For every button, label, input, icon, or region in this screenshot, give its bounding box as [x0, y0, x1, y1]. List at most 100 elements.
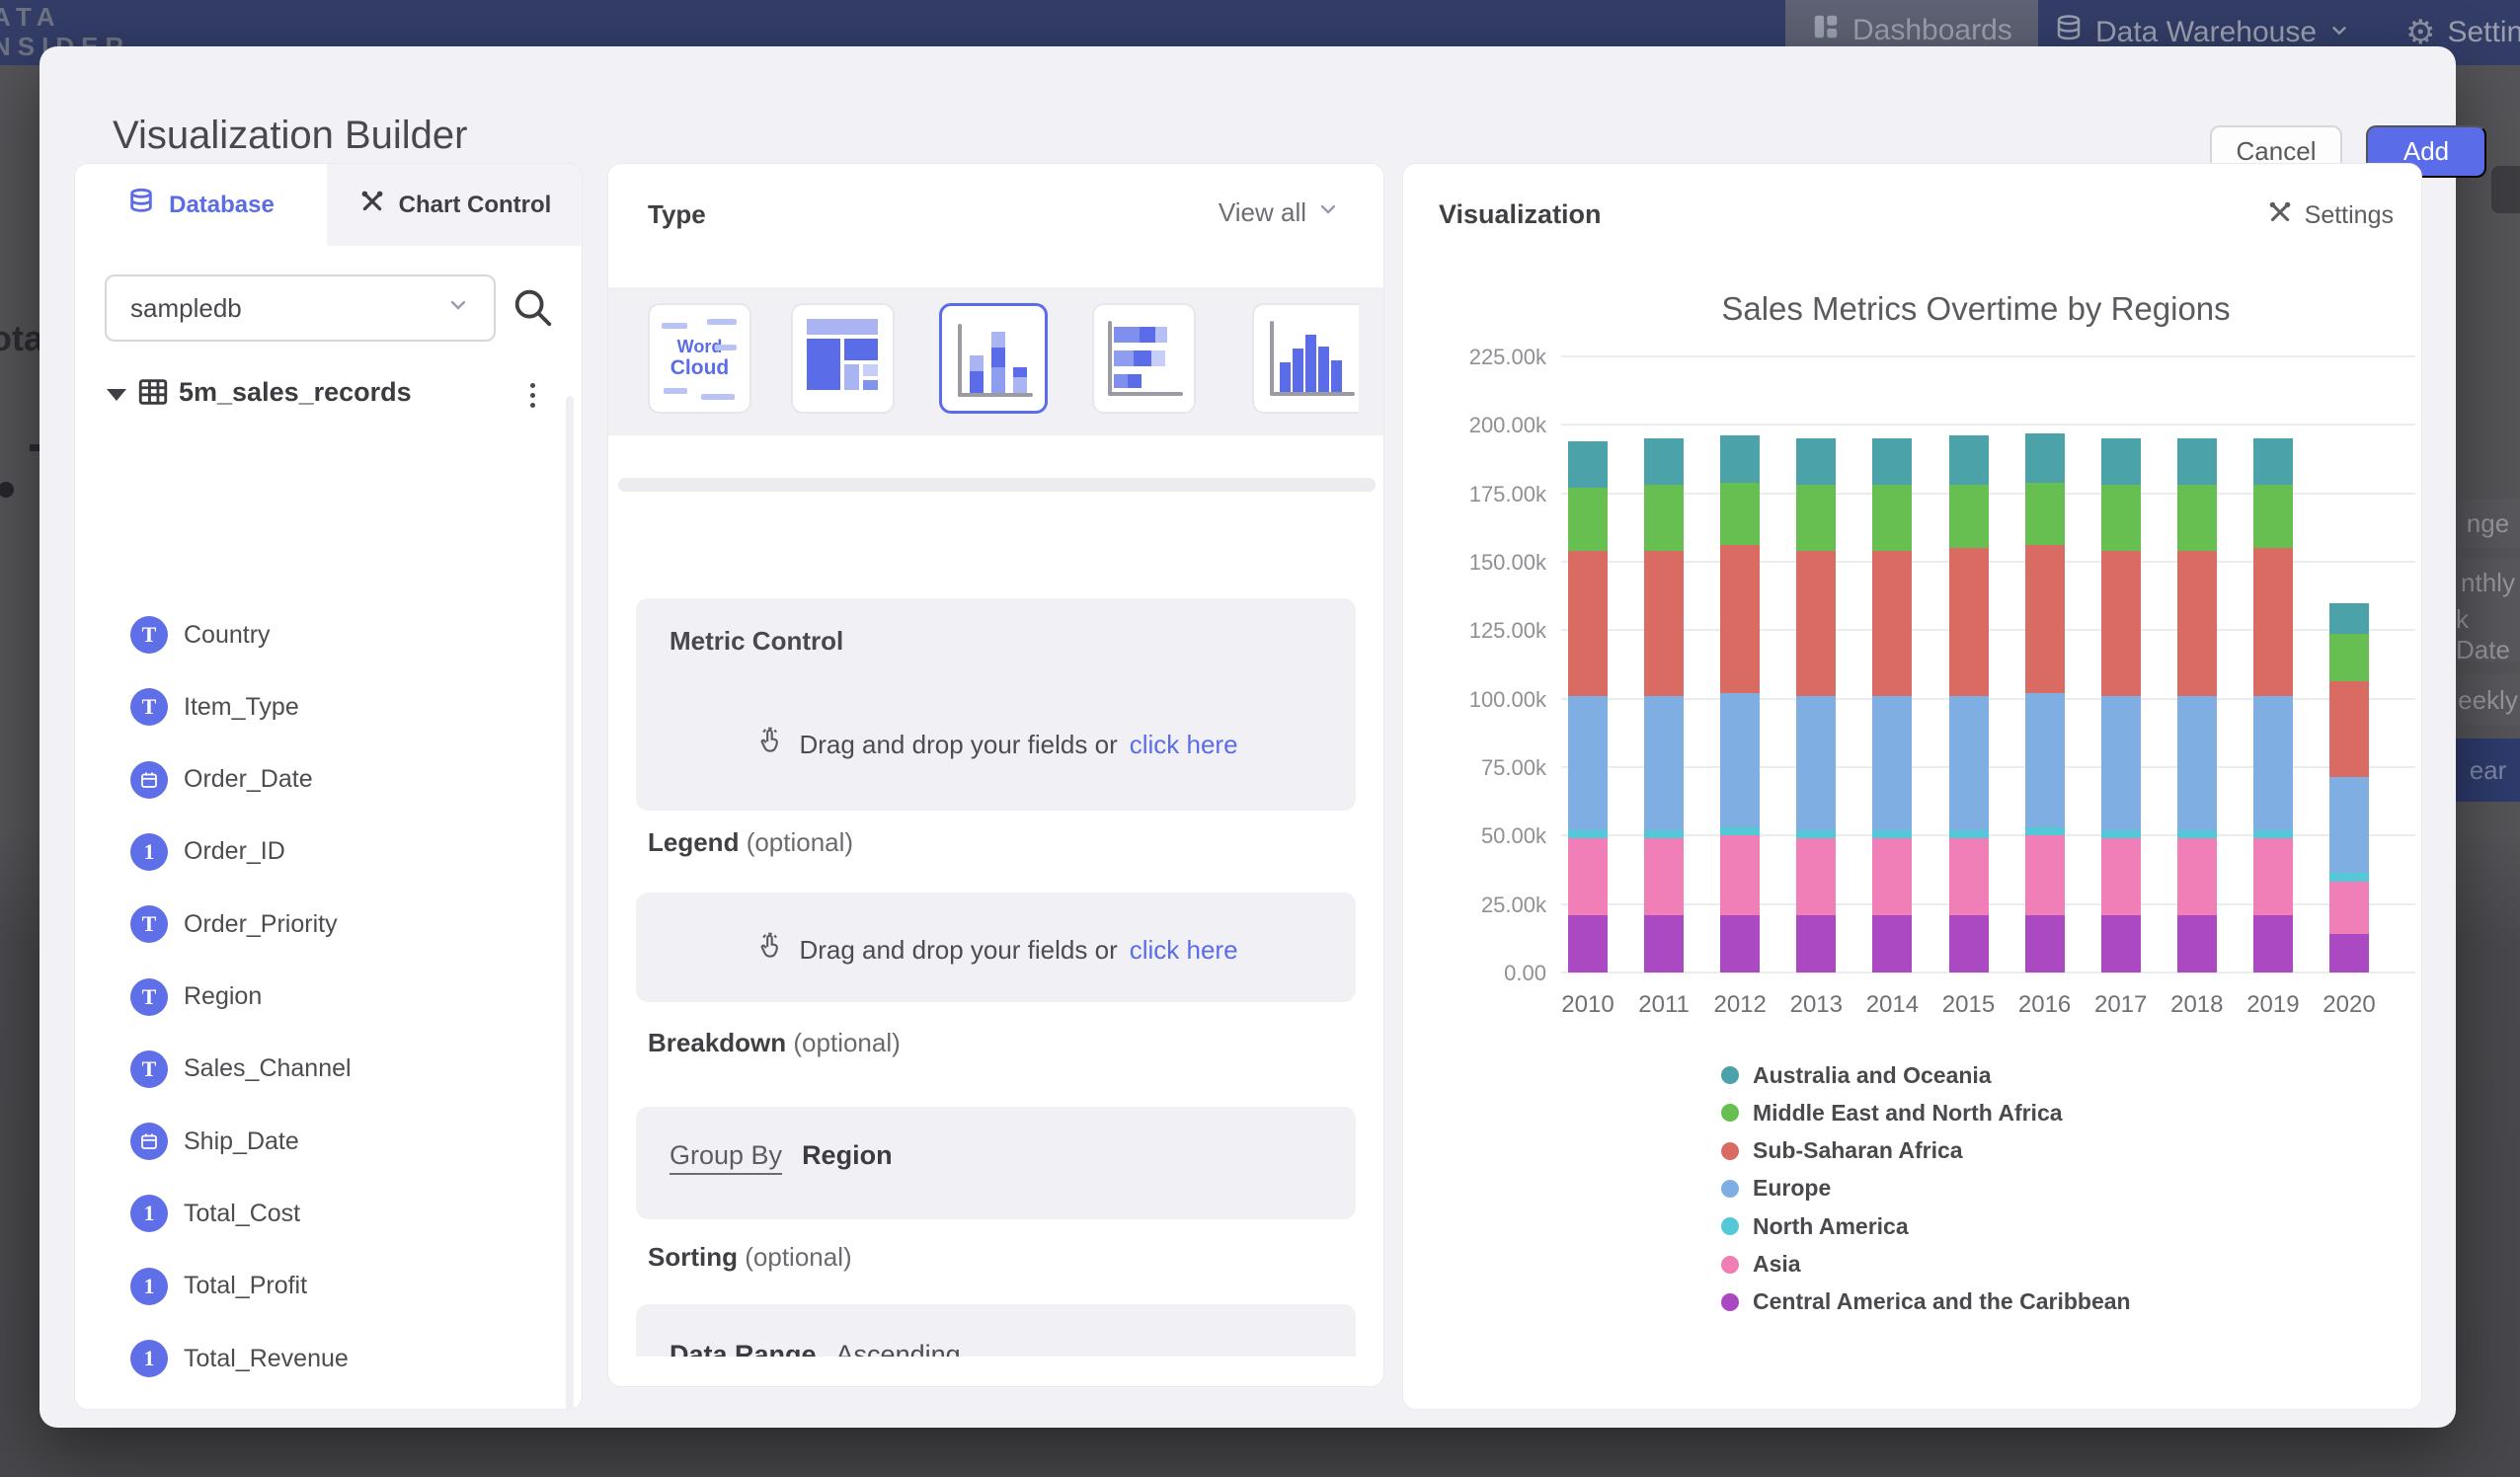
bar-segment[interactable]: [2101, 696, 2141, 830]
bar-segment[interactable]: [1568, 830, 1608, 838]
bar-segment[interactable]: [2177, 830, 2217, 838]
bar-segment[interactable]: [2253, 830, 2293, 838]
bar-segment[interactable]: [1949, 435, 1989, 485]
field-item-total_profit[interactable]: 1Total_Profit: [75, 1265, 582, 1308]
background-button-3[interactable]: k Date: [2456, 607, 2520, 661]
bar-segment[interactable]: [1568, 915, 1608, 972]
field-item-ship_date[interactable]: Ship_Date: [75, 1120, 582, 1163]
field-item-country[interactable]: TCountry: [75, 613, 582, 657]
bar-segment[interactable]: [2177, 438, 2217, 485]
bar-segment[interactable]: [2253, 838, 2293, 915]
chart-type-stacked-bar[interactable]: [1092, 303, 1196, 414]
chart-type-stacked-column[interactable]: [939, 303, 1048, 414]
bar-segment[interactable]: [1949, 830, 1989, 838]
bar-segment[interactable]: [1872, 485, 1912, 551]
bar-segment[interactable]: [2025, 433, 2065, 483]
group-by-label[interactable]: Group By: [669, 1140, 782, 1175]
bar-segment[interactable]: [1949, 838, 1989, 915]
bar-segment[interactable]: [2025, 827, 2065, 835]
bar-segment[interactable]: [1720, 835, 1760, 914]
bar-segment[interactable]: [2253, 548, 2293, 696]
bar-segment[interactable]: [2329, 634, 2369, 680]
field-item-order_id[interactable]: 1Order_ID: [75, 830, 582, 874]
left-panel-scrollbar[interactable]: [566, 396, 574, 1410]
bar-segment[interactable]: [1949, 485, 1989, 548]
chart-type-treemap[interactable]: [791, 303, 895, 414]
field-item-region[interactable]: TRegion: [75, 975, 582, 1019]
bar-segment[interactable]: [2177, 551, 2217, 696]
bar-segment[interactable]: [1796, 915, 1836, 972]
bar-segment[interactable]: [1720, 435, 1760, 482]
bar-segment[interactable]: [1644, 838, 1684, 915]
bar-segment[interactable]: [1949, 548, 1989, 696]
chart-type-scrollbar[interactable]: [618, 478, 1376, 492]
click-here-link[interactable]: click here: [1130, 935, 1238, 966]
field-item-unit_cost[interactable]: 1Unit_Cost: [75, 1409, 582, 1410]
click-here-link[interactable]: click here: [1130, 730, 1238, 760]
bar-segment[interactable]: [2101, 915, 2141, 972]
bar-segment[interactable]: [2329, 934, 2369, 972]
database-select[interactable]: sampledb: [105, 274, 496, 342]
bar-segment[interactable]: [1644, 485, 1684, 551]
view-all-button[interactable]: View all: [1219, 197, 1340, 228]
bar-segment[interactable]: [1720, 827, 1760, 835]
bar-segment[interactable]: [2253, 485, 2293, 548]
bar-segment[interactable]: [1720, 693, 1760, 827]
bar-segment[interactable]: [1568, 551, 1608, 696]
legend-dropzone[interactable]: Drag and drop your fields or click here: [636, 893, 1356, 1002]
field-item-item_type[interactable]: TItem_Type: [75, 685, 582, 729]
bar-segment[interactable]: [2025, 693, 2065, 827]
bar-segment[interactable]: [2177, 838, 2217, 915]
bar-segment[interactable]: [1796, 551, 1836, 696]
bar-segment[interactable]: [2253, 915, 2293, 972]
background-save-button[interactable]: [2491, 166, 2520, 213]
search-icon[interactable]: [510, 284, 557, 332]
metric-control-dropzone[interactable]: Metric Control Drag and drop your fields…: [636, 598, 1356, 811]
field-item-sales_channel[interactable]: TSales_Channel: [75, 1048, 582, 1091]
background-button-1[interactable]: nge: [2456, 499, 2520, 548]
bar-segment[interactable]: [1720, 545, 1760, 693]
bar-segment[interactable]: [1568, 488, 1608, 551]
tab-database[interactable]: Database: [75, 164, 327, 246]
bar-segment[interactable]: [2101, 830, 2141, 838]
bar-segment[interactable]: [2101, 438, 2141, 485]
bar-segment[interactable]: [2101, 838, 2141, 915]
bar-segment[interactable]: [1568, 441, 1608, 488]
bar-segment[interactable]: [1949, 915, 1989, 972]
bar-segment[interactable]: [1796, 438, 1836, 485]
bar-segment[interactable]: [1644, 551, 1684, 696]
bar-segment[interactable]: [2253, 696, 2293, 830]
field-item-order_date[interactable]: Order_Date: [75, 758, 582, 802]
bar-segment[interactable]: [2329, 873, 2369, 883]
field-item-total_cost[interactable]: 1Total_Cost: [75, 1192, 582, 1235]
bar-segment[interactable]: [1644, 438, 1684, 485]
bar-segment[interactable]: [2101, 551, 2141, 696]
bar-segment[interactable]: [1720, 483, 1760, 546]
kebab-menu-icon[interactable]: [517, 375, 547, 415]
settings-button[interactable]: Settings: [2267, 199, 2394, 232]
bar-segment[interactable]: [1644, 830, 1684, 838]
sorting-box[interactable]: Data Range Ascending: [636, 1304, 1356, 1357]
table-tree-header[interactable]: 5m_sales_records: [75, 371, 582, 415]
bar-segment[interactable]: [1949, 696, 1989, 830]
bar-segment[interactable]: [2329, 882, 2369, 934]
chart-type-column[interactable]: [1252, 303, 1359, 414]
background-button-4[interactable]: eekly: [2456, 674, 2520, 726]
background-button-5[interactable]: ear: [2456, 738, 2520, 802]
breakdown-groupby-box[interactable]: Group By Region: [636, 1107, 1356, 1219]
bar-segment[interactable]: [1644, 696, 1684, 830]
bar-segment[interactable]: [2329, 603, 2369, 635]
bar-segment[interactable]: [1568, 696, 1608, 830]
bar-segment[interactable]: [2025, 545, 2065, 693]
field-item-total_revenue[interactable]: 1Total_Revenue: [75, 1337, 582, 1380]
bar-segment[interactable]: [2025, 835, 2065, 914]
bar-segment[interactable]: [2177, 485, 2217, 551]
bar-segment[interactable]: [1796, 485, 1836, 551]
bar-segment[interactable]: [2177, 915, 2217, 972]
bar-segment[interactable]: [1796, 696, 1836, 830]
bar-segment[interactable]: [1796, 830, 1836, 838]
tab-chart-control[interactable]: Chart Control: [327, 164, 583, 246]
bar-segment[interactable]: [2177, 696, 2217, 830]
bar-segment[interactable]: [1872, 838, 1912, 915]
bar-segment[interactable]: [1568, 838, 1608, 915]
